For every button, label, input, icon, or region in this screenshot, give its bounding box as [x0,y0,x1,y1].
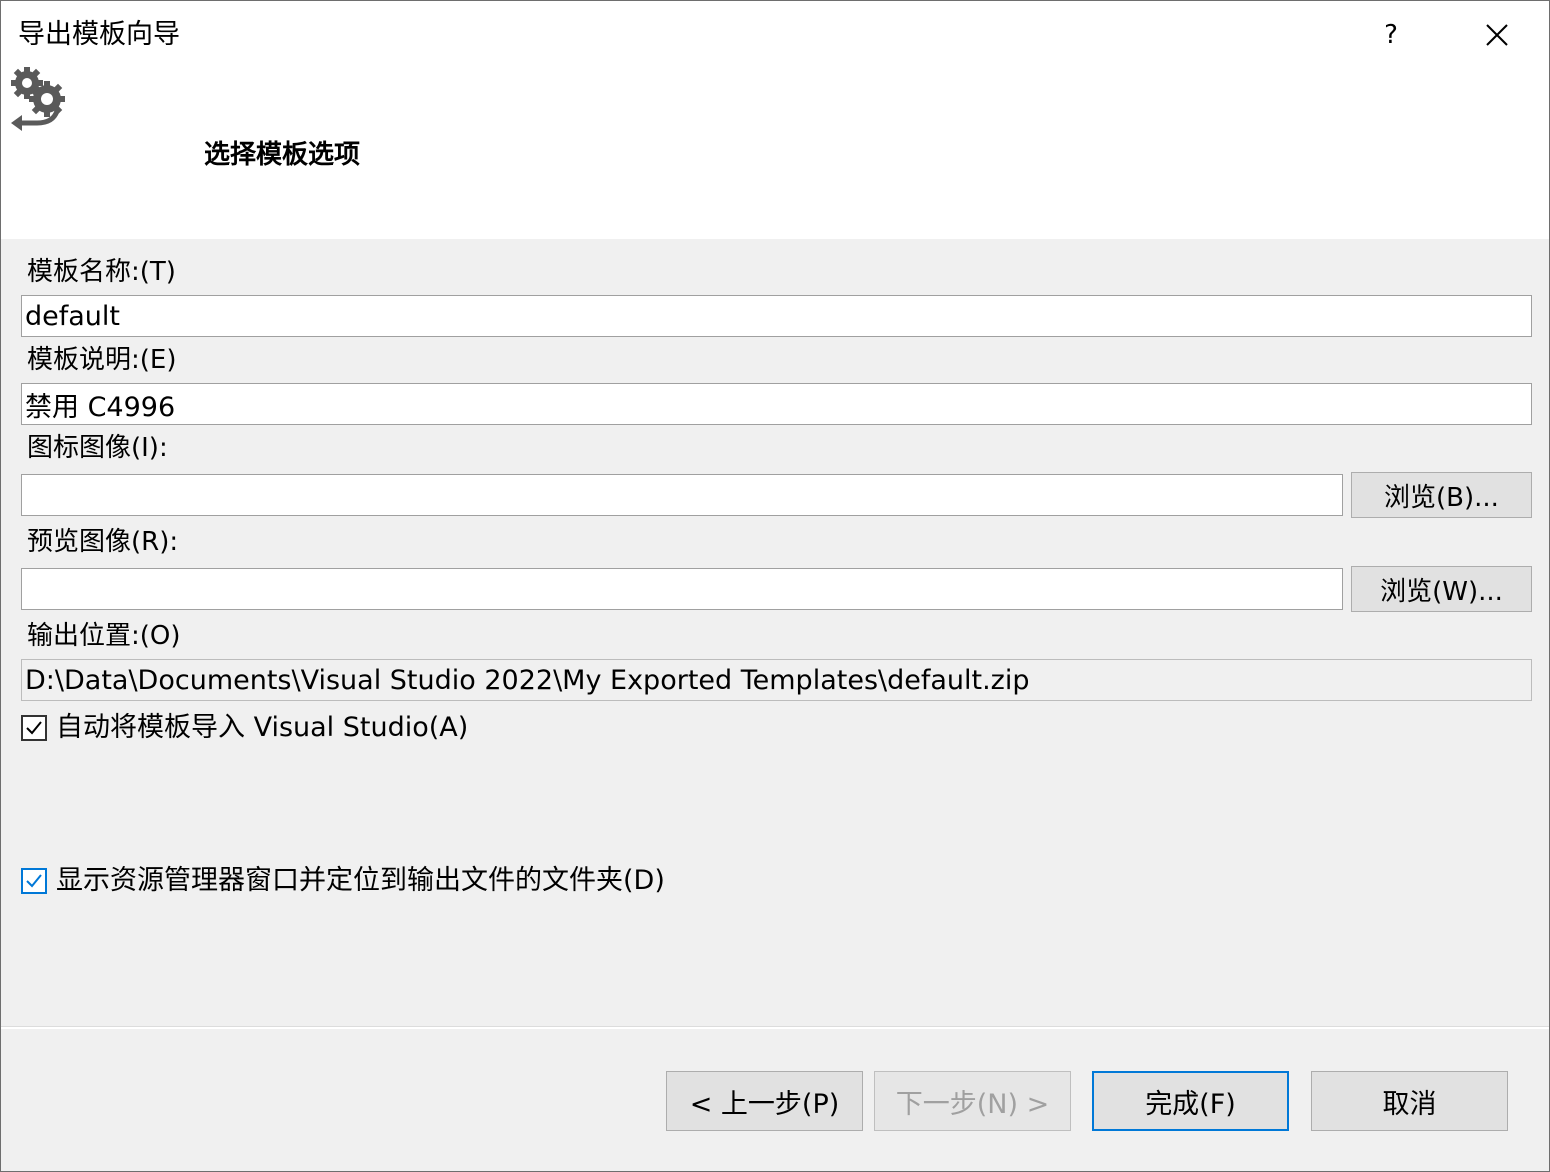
finish-button[interactable]: 完成(F) [1092,1071,1289,1131]
template-name-label: 模板名称:(T) [27,257,176,287]
preview-image-label: 预览图像(R): [27,527,179,557]
help-button[interactable]: ? [1363,11,1419,59]
template-name-input[interactable] [21,295,1532,337]
browse-icon-button[interactable]: 浏览(B)... [1351,472,1532,518]
window-title: 导出模板向导 [18,19,180,50]
close-button[interactable] [1469,11,1525,59]
auto-import-label: 自动将模板导入 Visual Studio(A) [56,712,469,743]
icon-image-label: 图标图像(I): [27,433,168,463]
preview-image-input[interactable] [21,568,1343,610]
back-button[interactable]: < 上一步(P) [666,1071,863,1131]
close-icon [1486,24,1508,46]
icon-image-input[interactable] [21,474,1343,516]
cancel-button[interactable]: 取消 [1311,1071,1508,1131]
browse-preview-button[interactable]: 浏览(W)... [1351,566,1532,612]
template-description-input[interactable] [21,383,1532,425]
auto-import-option[interactable]: 自动将模板导入 Visual Studio(A) [21,711,468,745]
show-explorer-checkbox[interactable] [21,868,47,894]
step-title: 选择模板选项 [204,140,361,170]
auto-import-checkbox[interactable] [21,715,47,741]
checkmark-icon [26,874,42,888]
template-description-label: 模板说明:(E) [27,345,177,375]
export-template-wizard-dialog: 导出模板向导 ? 选择模板选项 模板名称:(T) default 模板说明:(E… [0,0,1550,1172]
output-location-field[interactable] [21,659,1532,701]
show-explorer-label: 显示资源管理器窗口并定位到输出文件的文件夹(D) [56,865,665,896]
output-location-label: 输出位置:(O) [27,621,181,651]
checkmark-icon [26,721,42,735]
show-explorer-option[interactable]: 显示资源管理器窗口并定位到输出文件的文件夹(D) [21,864,665,898]
footer-separator [1,1026,1549,1029]
help-icon: ? [1384,20,1398,50]
next-button[interactable]: 下一步(N) > [874,1071,1071,1131]
wizard-gear-arrow-icon [11,67,65,131]
wizard-header: 导出模板向导 ? 选择模板选项 [1,1,1549,239]
